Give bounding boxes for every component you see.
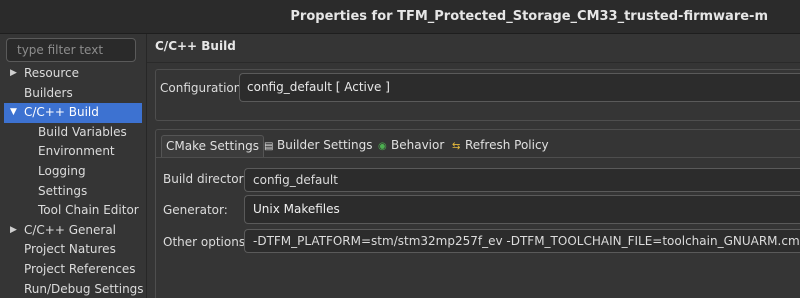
tree-item-label: Build Variables xyxy=(38,124,127,139)
tree-item-label: Project References xyxy=(24,261,136,276)
tree-item-label: Run/Debug Settings xyxy=(24,281,144,296)
tab-behavior[interactable]: ◉ Behavior xyxy=(378,135,444,158)
left-pane: type filter text ▶ Resource Builders ▼ C/C++… xyxy=(0,34,146,298)
tab-bar: CMake Settings ▤ Builder Settings ◉ Behavi… xyxy=(156,130,800,158)
generator-label: Generator: xyxy=(163,203,228,217)
tab-cmake-settings[interactable]: CMake Settings xyxy=(161,135,265,158)
window-title: Properties for TFM_Protected_Storage_CM3… xyxy=(290,9,768,24)
filter-input[interactable]: type filter text xyxy=(6,38,136,62)
tree-item-settings[interactable]: Settings xyxy=(4,182,142,202)
tree-item-label: C/C++ Build xyxy=(24,105,99,120)
tab-label: Builder Settings xyxy=(277,138,373,152)
tree-item-builders[interactable]: Builders xyxy=(4,84,142,104)
tree-item-resource[interactable]: ▶ Resource xyxy=(4,64,142,84)
collapsed-arrow-icon[interactable]: ▶ xyxy=(10,221,17,241)
tree-item-project-natures[interactable]: Project Natures xyxy=(4,240,142,260)
tree-item-label: Environment xyxy=(38,144,115,159)
tree-item-label: Tool Chain Editor xyxy=(38,203,139,218)
configuration-label: Configuration: xyxy=(160,81,246,95)
title-divider xyxy=(147,62,800,63)
other-options-field[interactable]: -DTFM_PLATFORM=stm/stm32mp257f_ev -DTFM_… xyxy=(244,229,800,253)
tree-item-build-variables[interactable]: Build Variables xyxy=(4,123,142,143)
title-bar: Properties for TFM_Protected_Storage_CM3… xyxy=(0,0,800,34)
tree-item-project-references[interactable]: Project References xyxy=(4,260,142,280)
expanded-arrow-icon[interactable]: ▼ xyxy=(10,103,17,123)
tree-item-tool-chain-editor[interactable]: Tool Chain Editor xyxy=(4,201,142,221)
refresh-policy-icon: ⇆ xyxy=(452,141,461,152)
tree-item-run-debug-settings[interactable]: Run/Debug Settings xyxy=(4,280,144,298)
page-title: C/C++ Build xyxy=(155,39,236,53)
build-directory-label: Build directory: xyxy=(163,172,254,186)
other-options-label: Other options: xyxy=(163,235,250,249)
tree-item-label: Resource xyxy=(24,66,80,80)
tree-item-logging[interactable]: Logging xyxy=(4,162,142,182)
settings-tabs: CMake Settings ▤ Builder Settings ◉ Behavi… xyxy=(155,129,800,298)
tree-item-c-c-build[interactable]: ▼ C/C++ Build xyxy=(4,103,142,123)
builder-settings-icon: ▤ xyxy=(264,141,274,152)
right-pane: C/C++ Build Configuration: config_defaul… xyxy=(147,34,800,298)
tree-item-label: C/C++ General xyxy=(24,222,117,237)
tab-divider xyxy=(156,157,800,158)
tab-builder-settings[interactable]: ▤ Builder Settings xyxy=(264,135,372,158)
tree-item-label: Logging xyxy=(38,163,86,178)
property-tree: ▶ Resource Builders ▼ C/C++ Build Build Varia… xyxy=(4,64,144,298)
tab-label: CMake Settings xyxy=(166,139,260,153)
tab-refresh-policy[interactable]: ⇆ Refresh Policy xyxy=(452,135,549,158)
tree-item-environment[interactable]: Environment xyxy=(4,142,142,162)
tab-label: Refresh Policy xyxy=(465,138,549,152)
tab-label: Behavior xyxy=(391,138,445,152)
configuration-select[interactable]: config_default [ Active ] xyxy=(239,73,800,102)
behavior-icon: ◉ xyxy=(378,141,387,152)
tree-item-c-c-general[interactable]: ▶ C/C++ General xyxy=(4,221,142,241)
build-directory-field[interactable]: config_default xyxy=(244,168,800,192)
generator-select[interactable]: Unix Makefiles xyxy=(244,195,800,224)
collapsed-arrow-icon[interactable]: ▶ xyxy=(10,64,17,84)
tree-item-label: Project Natures xyxy=(24,242,116,257)
configuration-group: Configuration: config_default [ Active ] xyxy=(155,69,800,121)
tree-item-label: Builders xyxy=(24,85,73,100)
tree-item-label: Settings xyxy=(38,183,88,198)
